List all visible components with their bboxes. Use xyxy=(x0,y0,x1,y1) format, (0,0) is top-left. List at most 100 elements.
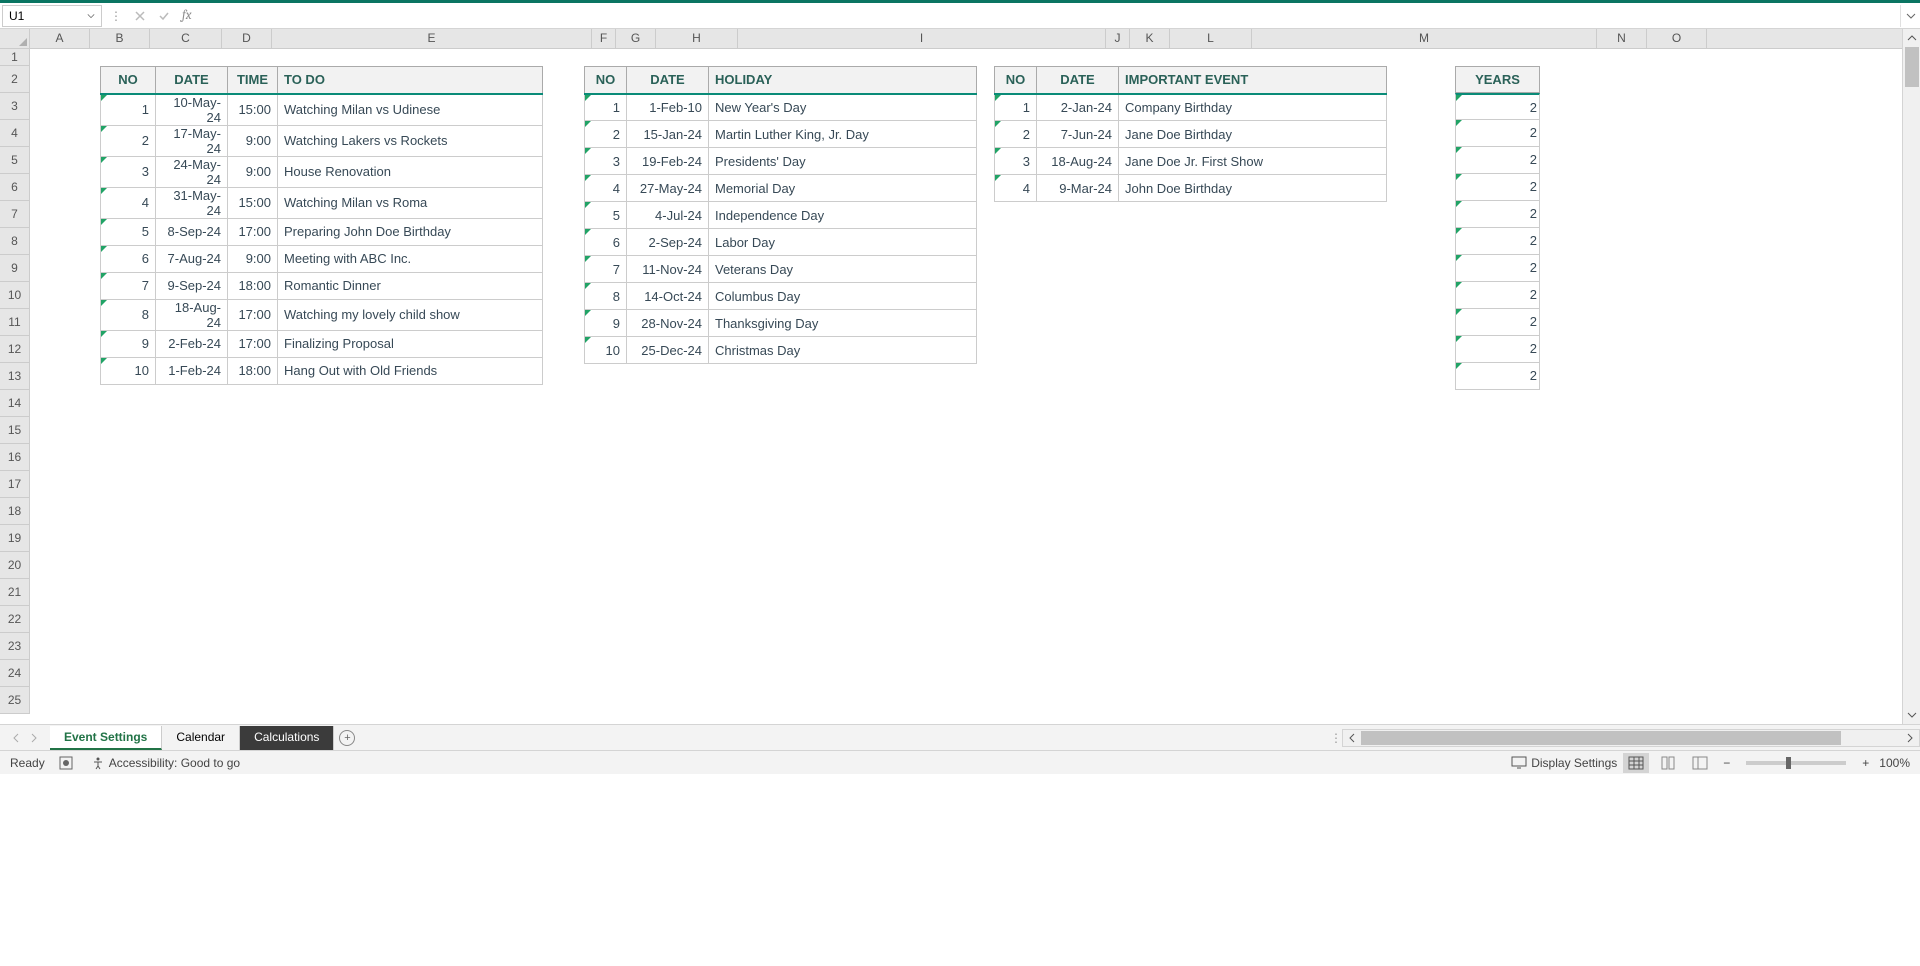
cell[interactable]: Christmas Day xyxy=(709,337,977,364)
row-header-10[interactable]: 10 xyxy=(0,282,29,309)
scroll-down-button[interactable] xyxy=(1903,706,1920,724)
table-row[interactable]: 324-May-249:00House Renovation xyxy=(101,156,543,187)
zoom-out-button[interactable]: − xyxy=(1719,756,1734,770)
table-row[interactable]: 928-Nov-24Thanksgiving Day xyxy=(585,310,977,337)
table-row[interactable]: 427-May-24Memorial Day xyxy=(585,175,977,202)
years-cell[interactable]: 2 xyxy=(1455,363,1540,390)
cell[interactable]: 7-Jun-24 xyxy=(1037,121,1119,148)
row-header-23[interactable]: 23 xyxy=(0,633,29,660)
column-header-E[interactable]: E xyxy=(272,29,592,48)
formula-input[interactable] xyxy=(198,5,1901,27)
cell[interactable]: Company Birthday xyxy=(1119,94,1387,121)
cell[interactable]: 9:00 xyxy=(228,125,278,156)
cell[interactable]: House Renovation xyxy=(278,156,543,187)
event-header-date[interactable]: DATE xyxy=(1037,67,1119,94)
table-row[interactable]: 711-Nov-24Veterans Day xyxy=(585,256,977,283)
scroll-right-button[interactable] xyxy=(1901,730,1919,746)
row-header-15[interactable]: 15 xyxy=(0,417,29,444)
cell[interactable]: 25-Dec-24 xyxy=(627,337,709,364)
view-page-break-button[interactable] xyxy=(1687,753,1713,773)
cell[interactable]: 14-Oct-24 xyxy=(627,283,709,310)
cell[interactable]: 1-Feb-24 xyxy=(156,357,228,384)
cell[interactable]: 19-Feb-24 xyxy=(627,148,709,175)
cell[interactable]: 10-May-24 xyxy=(156,94,228,126)
row-header-22[interactable]: 22 xyxy=(0,606,29,633)
scroll-thumb[interactable] xyxy=(1905,47,1919,87)
cell[interactable]: 3 xyxy=(585,148,627,175)
cell[interactable]: 10 xyxy=(101,357,156,384)
row-headers[interactable]: 1234567891011121314151617181920212223242… xyxy=(0,49,30,714)
cell[interactable]: 7-Aug-24 xyxy=(156,245,228,272)
row-header-11[interactable]: 11 xyxy=(0,309,29,336)
table-row[interactable]: 431-May-2415:00Watching Milan vs Roma xyxy=(101,187,543,218)
table-row[interactable]: 62-Sep-24Labor Day xyxy=(585,229,977,256)
cell[interactable]: 11-Nov-24 xyxy=(627,256,709,283)
row-header-2[interactable]: 2 xyxy=(0,66,29,93)
cell[interactable]: John Doe Birthday xyxy=(1119,175,1387,202)
row-header-12[interactable]: 12 xyxy=(0,336,29,363)
cell[interactable]: Thanksgiving Day xyxy=(709,310,977,337)
cell[interactable]: 27-May-24 xyxy=(627,175,709,202)
row-header-5[interactable]: 5 xyxy=(0,147,29,174)
view-normal-button[interactable] xyxy=(1623,753,1649,773)
accessibility-status[interactable]: Accessibility: Good to go xyxy=(91,756,240,770)
todo-header-time[interactable]: TIME xyxy=(228,67,278,94)
column-header-L[interactable]: L xyxy=(1170,29,1252,48)
years-cell[interactable]: 2 xyxy=(1455,336,1540,363)
holiday-header-date[interactable]: DATE xyxy=(627,67,709,94)
column-header-G[interactable]: G xyxy=(616,29,656,48)
cell[interactable]: 2 xyxy=(585,121,627,148)
cell[interactable]: 24-May-24 xyxy=(156,156,228,187)
zoom-slider[interactable] xyxy=(1746,761,1846,765)
fx-icon[interactable]: fx xyxy=(182,8,192,23)
cell[interactable]: 6 xyxy=(585,229,627,256)
column-header-K[interactable]: K xyxy=(1130,29,1170,48)
horizontal-scrollbar[interactable] xyxy=(1342,729,1920,747)
cell[interactable]: 8-Sep-24 xyxy=(156,218,228,245)
cell[interactable]: 2-Feb-24 xyxy=(156,330,228,357)
table-row[interactable]: 67-Aug-249:00Meeting with ABC Inc. xyxy=(101,245,543,272)
row-header-25[interactable]: 25 xyxy=(0,687,29,714)
cell[interactable]: Watching my lovely child show xyxy=(278,299,543,330)
years-cell[interactable]: 2 xyxy=(1455,309,1540,336)
cell[interactable]: 2-Jan-24 xyxy=(1037,94,1119,121)
cell[interactable]: Jane Doe Jr. First Show xyxy=(1119,148,1387,175)
scroll-left-button[interactable] xyxy=(1343,730,1361,746)
table-row[interactable]: 12-Jan-24Company Birthday xyxy=(995,94,1387,121)
cell[interactable]: Hang Out with Old Friends xyxy=(278,357,543,384)
tab-calendar[interactable]: Calendar xyxy=(162,726,240,750)
row-header-1[interactable]: 1 xyxy=(0,49,29,66)
table-row[interactable]: 54-Jul-24Independence Day xyxy=(585,202,977,229)
vertical-scrollbar[interactable] xyxy=(1902,29,1920,724)
table-row[interactable]: 101-Feb-2418:00Hang Out with Old Friends xyxy=(101,357,543,384)
cell[interactable]: 9 xyxy=(101,330,156,357)
row-header-21[interactable]: 21 xyxy=(0,579,29,606)
todo-header-date[interactable]: DATE xyxy=(156,67,228,94)
cell[interactable]: Memorial Day xyxy=(709,175,977,202)
row-header-18[interactable]: 18 xyxy=(0,498,29,525)
macro-record-icon[interactable] xyxy=(59,756,73,770)
cell[interactable]: 17:00 xyxy=(228,330,278,357)
cell[interactable]: 2 xyxy=(995,121,1037,148)
cell[interactable]: 18-Aug-24 xyxy=(1037,148,1119,175)
cell[interactable]: Martin Luther King, Jr. Day xyxy=(709,121,977,148)
cell[interactable]: 15:00 xyxy=(228,94,278,126)
holiday-header-no[interactable]: NO xyxy=(585,67,627,94)
cell[interactable]: 8 xyxy=(101,299,156,330)
cell[interactable]: 17:00 xyxy=(228,299,278,330)
cell[interactable]: 1-Feb-10 xyxy=(627,94,709,121)
cell[interactable]: Independence Day xyxy=(709,202,977,229)
cell[interactable]: 7 xyxy=(585,256,627,283)
table-row[interactable]: 215-Jan-24Martin Luther King, Jr. Day xyxy=(585,121,977,148)
row-header-4[interactable]: 4 xyxy=(0,120,29,147)
cell[interactable]: Columbus Day xyxy=(709,283,977,310)
event-header-no[interactable]: NO xyxy=(995,67,1037,94)
cell[interactable]: 4 xyxy=(995,175,1037,202)
column-header-F[interactable]: F xyxy=(592,29,616,48)
cell[interactable]: 8 xyxy=(585,283,627,310)
cell[interactable]: 9-Mar-24 xyxy=(1037,175,1119,202)
column-header-O[interactable]: O xyxy=(1647,29,1707,48)
cell[interactable]: 9-Sep-24 xyxy=(156,272,228,299)
cell[interactable]: 3 xyxy=(101,156,156,187)
row-header-3[interactable]: 3 xyxy=(0,93,29,120)
